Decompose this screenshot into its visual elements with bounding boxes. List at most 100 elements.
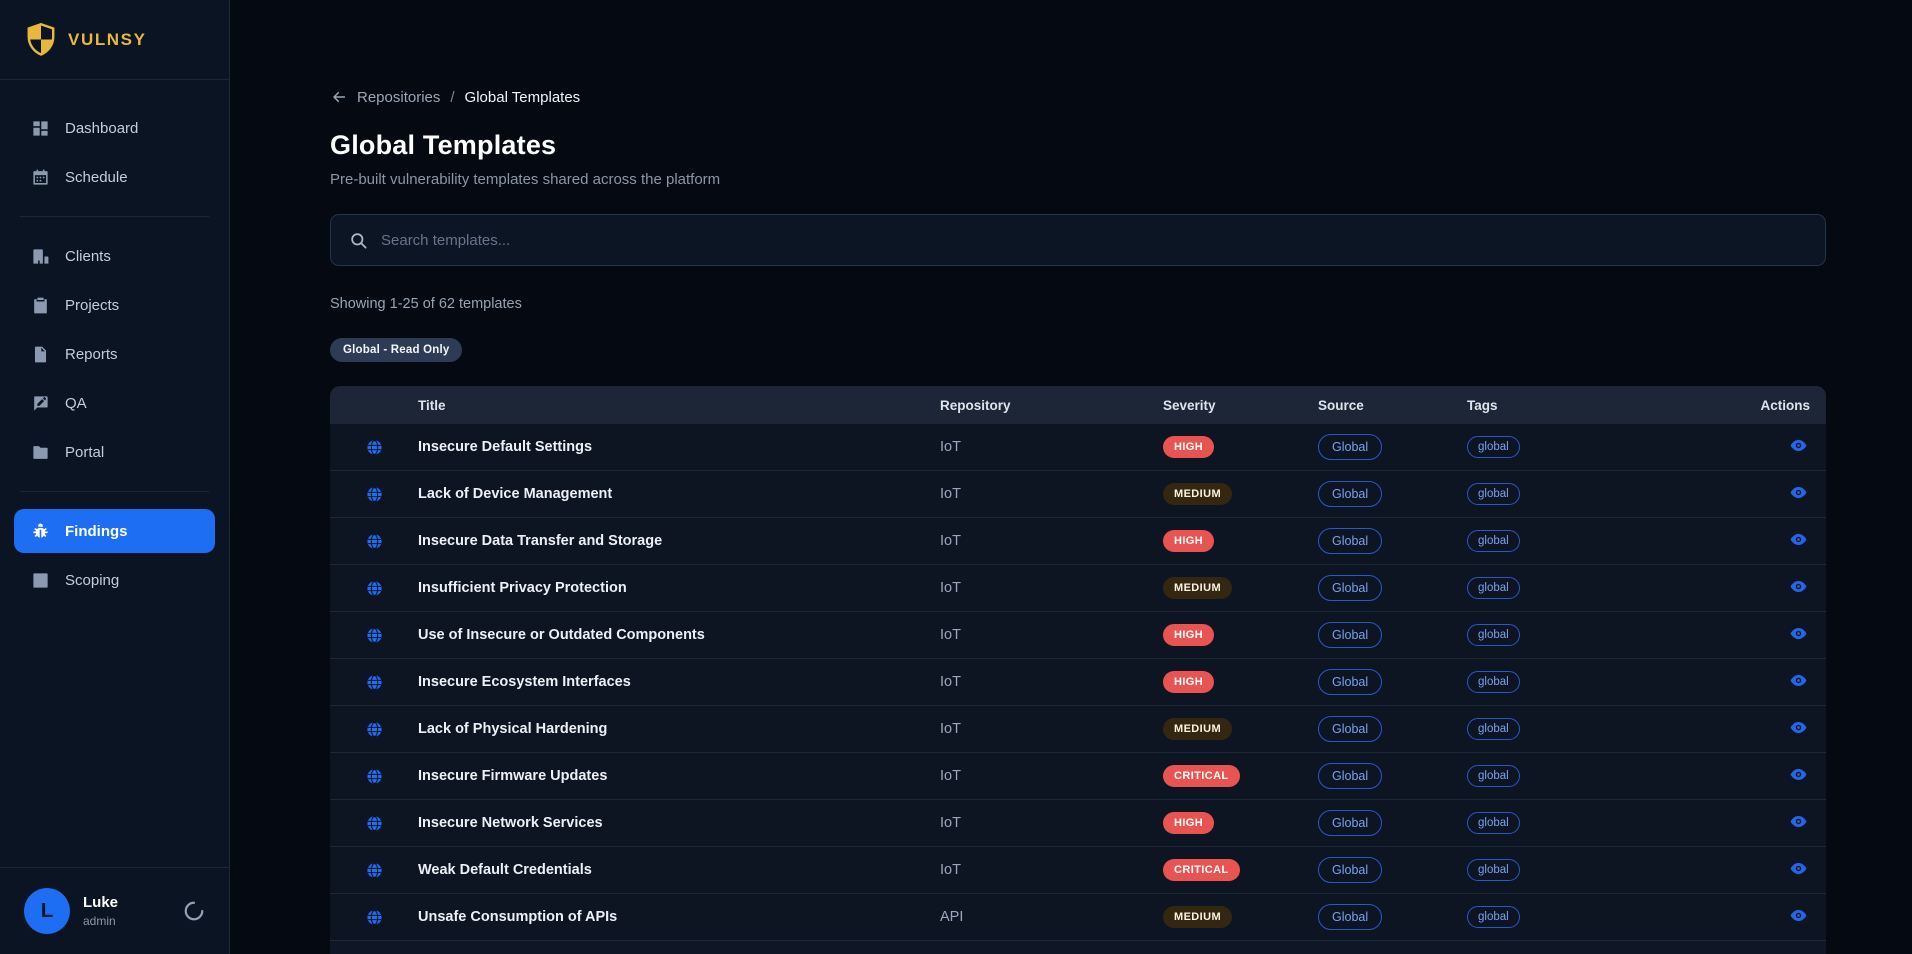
spinner-icon	[183, 900, 205, 922]
severity-badge: HIGH	[1163, 530, 1214, 552]
table-row[interactable]: Insecure Default Settings IoT HIGH Globa…	[330, 424, 1826, 471]
eye-icon	[1789, 436, 1808, 455]
scope-badge: Global - Read Only	[330, 338, 462, 362]
template-title: Lack of Physical Hardening	[418, 721, 940, 737]
tag-pill[interactable]: global	[1467, 624, 1520, 646]
sidebar-item-schedule[interactable]: Schedule	[14, 155, 215, 199]
severity-cell: HIGH	[1163, 436, 1318, 458]
table-row[interactable]: Insecure Data Transfer and Storage IoT H…	[330, 518, 1826, 565]
sidebar-divider	[20, 216, 209, 217]
actions-cell	[1725, 481, 1826, 507]
view-template-button[interactable]	[1787, 857, 1810, 880]
document-icon	[31, 345, 50, 364]
view-template-button[interactable]	[1787, 669, 1810, 692]
eye-icon	[1789, 718, 1808, 737]
template-title: Insecure Network Services	[418, 815, 940, 831]
table-row[interactable]: Unsafe Consumption of APIs API MEDIUM Gl…	[330, 894, 1826, 941]
breadcrumb-back-link[interactable]: Repositories	[330, 88, 440, 106]
view-template-button[interactable]	[1787, 904, 1810, 927]
source-pill: Global	[1318, 622, 1382, 648]
template-title: Unsafe Consumption of APIs	[418, 909, 940, 925]
template-repository: IoT	[940, 486, 1163, 502]
globe-icon	[366, 674, 383, 691]
sidebar-nav: Dashboard Schedule Clients Projects Repo…	[0, 80, 229, 867]
view-template-button[interactable]	[1787, 481, 1810, 504]
source-pill: Global	[1318, 857, 1382, 883]
user-role: admin	[83, 914, 170, 928]
tag-pill[interactable]: global	[1467, 483, 1520, 505]
table-row[interactable]: Lack of Device Management IoT MEDIUM Glo…	[330, 471, 1826, 518]
search-input[interactable]	[381, 232, 1807, 249]
sidebar-item-scoping[interactable]: Scoping	[14, 558, 215, 602]
globe-icon	[366, 768, 383, 785]
sidebar-divider	[20, 491, 209, 492]
sidebar-item-portal[interactable]: Portal	[14, 430, 215, 474]
view-template-button[interactable]	[1787, 528, 1810, 551]
tag-pill[interactable]: global	[1467, 765, 1520, 787]
source-pill: Global	[1318, 481, 1382, 507]
arrow-left-icon	[330, 88, 348, 106]
actions-cell	[1725, 622, 1826, 648]
sidebar-item-reports[interactable]: Reports	[14, 332, 215, 376]
chat-edit-icon	[31, 394, 50, 413]
sidebar-item-clients[interactable]: Clients	[14, 234, 215, 278]
severity-badge: MEDIUM	[1163, 483, 1232, 505]
table-row[interactable]: Insufficient Privacy Protection IoT MEDI…	[330, 565, 1826, 612]
tag-pill[interactable]: global	[1467, 906, 1520, 928]
table-row[interactable]: Insecure Firmware Updates IoT CRITICAL G…	[330, 753, 1826, 800]
source-pill: Global	[1318, 434, 1382, 460]
table-row[interactable]: Insecure Network Services IoT HIGH Globa…	[330, 800, 1826, 847]
actions-cell	[1725, 528, 1826, 554]
sidebar-item-qa[interactable]: QA	[14, 381, 215, 425]
actions-cell	[1725, 763, 1826, 789]
severity-badge: HIGH	[1163, 436, 1214, 458]
view-template-button[interactable]	[1787, 716, 1810, 739]
tag-pill[interactable]: global	[1467, 530, 1520, 552]
eye-icon	[1789, 671, 1808, 690]
table-row[interactable]: Lack of Physical Hardening IoT MEDIUM Gl…	[330, 706, 1826, 753]
tag-pill[interactable]: global	[1467, 577, 1520, 599]
severity-cell: HIGH	[1163, 624, 1318, 646]
view-template-button[interactable]	[1787, 622, 1810, 645]
search-icon	[349, 231, 368, 250]
sidebar-item-findings[interactable]: Findings	[14, 509, 215, 553]
tag-pill[interactable]: global	[1467, 812, 1520, 834]
globe-icon	[366, 815, 383, 832]
severity-cell: MEDIUM	[1163, 577, 1318, 599]
view-template-button[interactable]	[1787, 810, 1810, 833]
template-title: Use of Insecure or Outdated Components	[418, 627, 940, 643]
sidebar-item-label: Dashboard	[65, 120, 138, 137]
sidebar-item-label: Clients	[65, 248, 111, 265]
source-cell: Global	[1318, 669, 1467, 695]
sidebar-item-dashboard[interactable]: Dashboard	[14, 106, 215, 150]
tag-pill[interactable]: global	[1467, 718, 1520, 740]
actions-cell	[1725, 857, 1826, 883]
main-content: Repositories / Global Templates Global T…	[230, 0, 1912, 954]
severity-cell: MEDIUM	[1163, 483, 1318, 505]
sidebar-item-projects[interactable]: Projects	[14, 283, 215, 327]
table-row-partial	[330, 941, 1826, 954]
globe-icon	[366, 909, 383, 926]
sidebar-item-label: QA	[65, 395, 87, 412]
table-row[interactable]: Use of Insecure or Outdated Components I…	[330, 612, 1826, 659]
table-row[interactable]: Weak Default Credentials IoT CRITICAL Gl…	[330, 847, 1826, 894]
view-template-button[interactable]	[1787, 763, 1810, 786]
table-row[interactable]: Insecure Ecosystem Interfaces IoT HIGH G…	[330, 659, 1826, 706]
eye-icon	[1789, 859, 1808, 878]
source-pill: Global	[1318, 575, 1382, 601]
row-icon-cell	[330, 627, 418, 644]
globe-icon	[366, 486, 383, 503]
user-area: L Luke admin	[0, 867, 229, 954]
tag-pill[interactable]: global	[1467, 436, 1520, 458]
tag-pill[interactable]: global	[1467, 671, 1520, 693]
view-template-button[interactable]	[1787, 575, 1810, 598]
actions-cell	[1725, 669, 1826, 695]
sidebar-item-label: Findings	[65, 523, 128, 540]
view-template-button[interactable]	[1787, 434, 1810, 457]
brand-logo[interactable]: VULNSY	[0, 0, 229, 80]
clipboard-icon	[31, 296, 50, 315]
tags-cell: global	[1467, 718, 1725, 740]
tags-cell: global	[1467, 530, 1725, 552]
row-icon-cell	[330, 862, 418, 879]
tag-pill[interactable]: global	[1467, 859, 1520, 881]
